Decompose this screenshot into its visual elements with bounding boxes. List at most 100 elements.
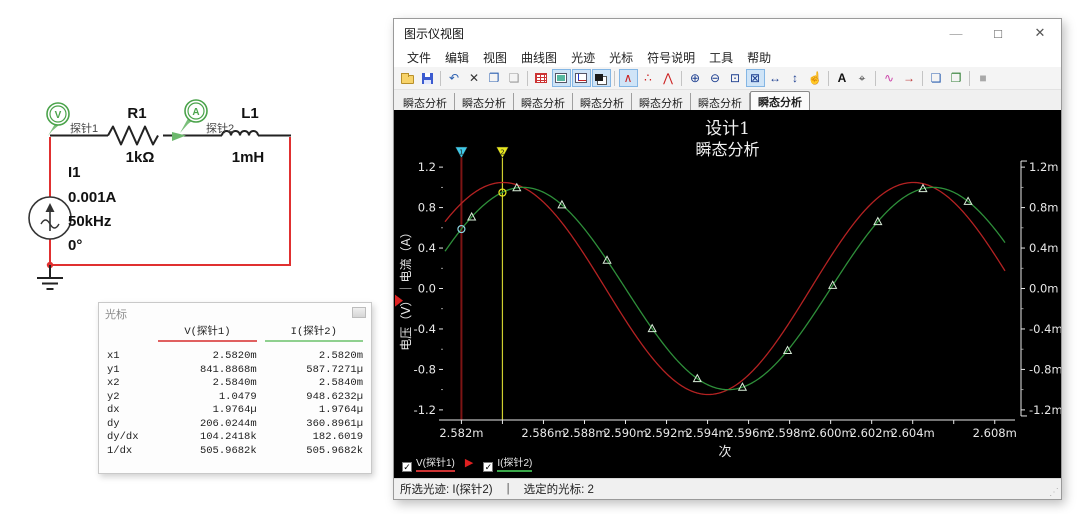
y-tick-label-left: -0.4: [414, 322, 436, 336]
resistor-ref: R1: [127, 105, 146, 122]
y-axis-label: 电压（V）｜电流（A）: [399, 226, 413, 350]
voltage-probe-symbol: V: [55, 110, 62, 121]
y-tick-label-left: 0.0: [418, 282, 436, 296]
toolbar-separator: [969, 70, 970, 86]
undo-icon[interactable]: ↶: [445, 69, 464, 87]
toolbar-separator: [614, 70, 615, 86]
menu-tools[interactable]: 工具: [702, 48, 740, 67]
overlay-traces-icon[interactable]: [591, 69, 611, 87]
current-source-i1[interactable]: I1 0.001A 50kHz 0°: [28, 164, 117, 254]
zoom-out-icon[interactable]: ⊖: [706, 69, 725, 87]
ground-symbol[interactable]: [37, 265, 63, 290]
tab-transient-analysis-1[interactable]: 瞬态分析: [396, 93, 455, 110]
maximize-button[interactable]: □: [977, 19, 1019, 47]
toolbar-separator: [527, 70, 528, 86]
tab-transient-analysis-6[interactable]: 瞬态分析: [691, 93, 750, 110]
voltage-probe-1[interactable]: V 探针1: [46, 102, 98, 136]
voltage-probe-label: 探针1: [70, 121, 98, 135]
grapher-window: 图示仪视图 — □ ✕ 文件 编辑 视图 曲线图 光迹 光标 符号说明 工具 帮助 ↶ ✕ ❐ ❏ ∧ ∴…: [393, 18, 1062, 500]
x-tick-label: 2.582m: [439, 426, 483, 440]
minimize-button[interactable]: —: [935, 19, 977, 47]
cursor-row-dy: dy 206.0244m 360.8961µ: [107, 417, 364, 430]
menu-cursor[interactable]: 光标: [602, 48, 640, 67]
trace-1-curve[interactable]: [444, 181, 1006, 396]
inductor-value: 1mH: [232, 149, 265, 166]
y-tick-label-left: -1.2: [414, 403, 436, 417]
trace-legend-icon[interactable]: [551, 69, 571, 87]
delete-icon[interactable]: ✕: [465, 69, 484, 87]
grid-icon[interactable]: [532, 69, 551, 87]
grapher-titlebar[interactable]: 图示仪视图 — □ ✕: [394, 19, 1061, 47]
plot-canvas[interactable]: 1 22.582m 2.586m2.588m2.590m2.592m2.594m2.…: [394, 110, 1061, 478]
paste-icon: ❏: [508, 71, 520, 85]
zoom-area-icon[interactable]: ⊡: [726, 69, 745, 87]
tab-transient-analysis-2[interactable]: 瞬态分析: [455, 93, 514, 110]
add-text-icon[interactable]: A: [833, 69, 852, 87]
pan-icon[interactable]: ☝: [806, 69, 825, 87]
cursor-1-number: 1: [459, 149, 463, 157]
y-tick-label-right: 0.0m: [1029, 282, 1059, 296]
copy-page-icon[interactable]: ❏: [927, 69, 946, 87]
source-amplitude: 0.001A: [68, 189, 117, 206]
zoom-width-icon[interactable]: ↔: [766, 69, 785, 87]
copy-icon[interactable]: ❐: [485, 69, 504, 87]
x-tick-label: 2.600m: [809, 426, 853, 440]
axes-properties-icon[interactable]: [571, 69, 591, 87]
menu-trace[interactable]: 光迹: [564, 48, 602, 67]
cursor-row-y1: y1 841.8868m 587.7271µ: [107, 363, 364, 376]
zoom-fit-icon[interactable]: ⊠: [745, 69, 765, 87]
menu-view[interactable]: 视图: [476, 48, 514, 67]
zoom-in-icon[interactable]: ⊕: [686, 69, 705, 87]
resistor-r1[interactable]: R1 1kΩ: [107, 105, 159, 166]
show-line-icon[interactable]: ∧: [618, 69, 638, 87]
inductor-l1[interactable]: L1 1mH: [221, 105, 265, 166]
source-phase: 0°: [68, 237, 82, 254]
y-tick-label-right: -0.4m: [1029, 322, 1061, 336]
cursor-measure-icon[interactable]: ⌖: [853, 69, 872, 87]
x-tick-label: 2.588m: [562, 426, 606, 440]
x-tick-label: 2.602m: [850, 426, 894, 440]
circuit-schematic: R1 1kΩ L1 1mH I1 0.001A 50kHz 0° V 探针1 A…: [28, 99, 291, 290]
legend-label-2[interactable]: I(探针2): [497, 454, 533, 472]
legend-checkbox-2[interactable]: ✓: [483, 462, 494, 472]
cursor-panel-dock-button[interactable]: [352, 307, 366, 318]
menu-help[interactable]: 帮助: [740, 48, 778, 67]
source-frequency: 50kHz: [68, 213, 111, 230]
show-points-icon[interactable]: ∴: [639, 69, 658, 87]
y-tick-label-right: 1.2m: [1029, 160, 1059, 174]
save-icon[interactable]: [418, 69, 437, 87]
trace-legend: ✓ V(探针1) ▶ ✓ I(探针2): [402, 454, 533, 472]
window-title: 图示仪视图: [404, 26, 465, 41]
tab-transient-analysis-3[interactable]: 瞬态分析: [514, 93, 573, 110]
menu-legend[interactable]: 符号说明: [640, 48, 702, 67]
resize-grip[interactable]: ⋰: [1049, 487, 1059, 498]
tab-transient-analysis-5[interactable]: 瞬态分析: [632, 93, 691, 110]
selected-trace-pointer-icon: ▶: [464, 457, 474, 469]
tab-transient-analysis-7[interactable]: 瞬态分析: [750, 91, 810, 110]
trace-2-curve[interactable]: [444, 186, 1006, 391]
x-tick-label: 2.590m: [603, 426, 647, 440]
menu-graph[interactable]: 曲线图: [514, 48, 564, 67]
close-button[interactable]: ✕: [1019, 19, 1061, 47]
zoom-height-icon[interactable]: ↕: [786, 69, 805, 87]
x-tick-label: 2.586m: [521, 426, 565, 440]
legend-label-1[interactable]: V(探针1): [416, 454, 455, 472]
export-excel-icon[interactable]: ❐: [947, 69, 966, 87]
y-tick-label-right: 0.8m: [1029, 201, 1059, 215]
cursor-column-header-2: I(探针2): [264, 323, 364, 342]
export-trace-icon[interactable]: →: [900, 69, 919, 87]
current-probe-label: 探针2: [206, 121, 234, 135]
show-line-points-icon[interactable]: ⋀: [659, 69, 678, 87]
toolbar-separator: [440, 70, 441, 86]
menu-file[interactable]: 文件: [400, 48, 438, 67]
x-tick-label: 2.604m: [891, 426, 935, 440]
trace-properties-icon[interactable]: ∿: [880, 69, 899, 87]
legend-item-1: ✓ V(探针1): [402, 454, 455, 472]
menu-edit[interactable]: 编辑: [438, 48, 476, 67]
y-tick-label-right: -1.2m: [1029, 403, 1061, 417]
cursor-2-number: 2: [500, 149, 504, 157]
tab-transient-analysis-4[interactable]: 瞬态分析: [573, 93, 632, 110]
x-axis-label: 次: [718, 444, 731, 460]
open-file-icon[interactable]: [398, 69, 417, 87]
legend-checkbox-1[interactable]: ✓: [402, 462, 412, 472]
